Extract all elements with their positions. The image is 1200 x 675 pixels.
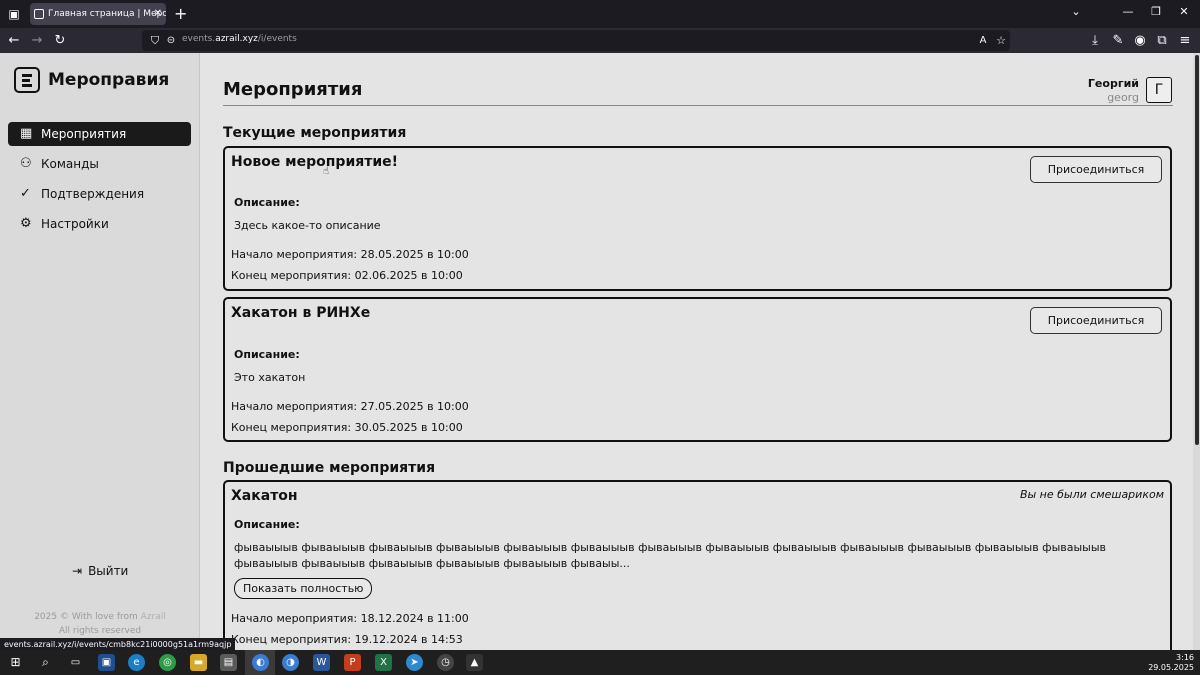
app-icon[interactable]: ▣ — [98, 654, 115, 671]
page-title: Мероприятия — [223, 79, 363, 100]
description-label: Описание: — [234, 196, 300, 209]
telegram-icon[interactable]: ➤ — [406, 654, 423, 671]
event-description: Это хакатон — [234, 371, 306, 384]
scrollbar-thumb[interactable] — [1195, 55, 1199, 445]
event-name: Новое мероприятие! — [231, 154, 399, 170]
logout-label: Выйти — [88, 564, 129, 578]
browser-tab[interactable]: Главная страница | Меропра ✕ — [30, 3, 166, 25]
event-card[interactable]: Хакатон в РИНХе Присоединиться Описание:… — [223, 297, 1172, 442]
page-favicon-icon — [34, 9, 44, 19]
reload-icon[interactable]: ↻ — [51, 32, 69, 49]
minimize-icon[interactable]: — — [1118, 5, 1138, 18]
event-name: Хакатон — [231, 488, 298, 504]
sidebar-item-label: Настройки — [41, 217, 109, 231]
sidebar-item-confirmations[interactable]: ✓ Подтверждения — [8, 182, 191, 206]
edge-browser-icon[interactable]: e — [128, 654, 145, 671]
search-icon[interactable]: ⌕ — [37, 654, 54, 671]
powerpoint-icon[interactable]: P — [344, 654, 361, 671]
calendar-icon: ▦ — [20, 126, 33, 141]
browser-tab-bar: ▣ Главная страница | Меропра ✕ + ⌄ — ❐ ✕ — [0, 0, 1200, 28]
windows-taskbar: ⊞ ⌕ ▭ ▣ e ◎ ▬ ▤ ◐ ◑ W P X ➤ ◷ ▲ 3:16 29.… — [0, 650, 1200, 675]
firefox-dev-icon[interactable]: ◑ — [282, 654, 299, 671]
past-event-card[interactable]: Хакатон Вы не были смешариком Описание: … — [223, 480, 1172, 650]
excel-icon[interactable]: X — [375, 654, 392, 671]
forward-icon[interactable]: → — [28, 32, 46, 49]
chevron-down-icon[interactable]: ⌄ — [1066, 5, 1086, 18]
chrome-browser-icon[interactable]: ◎ — [159, 654, 176, 671]
close-window-icon[interactable]: ✕ — [1174, 5, 1194, 18]
system-clock[interactable]: 3:16 29.05.2025 — [1148, 653, 1194, 673]
sidebar-item-settings[interactable]: ⚙ Настройки — [8, 212, 191, 236]
event-name: Хакатон в РИНХе — [231, 305, 371, 321]
join-button[interactable]: Присоединиться — [1030, 307, 1162, 334]
logo-icon — [14, 67, 40, 93]
event-start: Начало мероприятия: 18.12.2024 в 11:00 — [231, 612, 469, 625]
avatar[interactable]: Г — [1146, 77, 1172, 103]
bookmark-star-icon[interactable]: ☆ — [992, 32, 1010, 49]
task-view-icon[interactable]: ▭ — [67, 654, 84, 671]
user-name: Георгий — [1087, 77, 1139, 90]
restore-icon[interactable]: ❐ — [1146, 5, 1166, 18]
extensions-icon[interactable]: ⧉ — [1153, 32, 1171, 49]
join-button[interactable]: Присоединиться — [1030, 156, 1162, 183]
app-viewport: Мероправия ▦ Мероприятия ⚇ Команды ✓ Под… — [0, 53, 1193, 650]
footer-rights: All rights reserved — [58, 626, 142, 636]
media-app-icon[interactable]: ▲ — [466, 654, 483, 671]
event-description: Здесь какое-то описание — [234, 219, 381, 232]
windows-start-icon[interactable]: ⊞ — [7, 654, 24, 671]
clock-date: 29.05.2025 — [1148, 663, 1194, 672]
event-start: Начало мероприятия: 28.05.2025 в 10:00 — [231, 248, 469, 261]
file-explorer-icon[interactable]: ▬ — [190, 654, 207, 671]
account-icon[interactable]: ◉ — [1131, 32, 1149, 49]
event-card[interactable]: Новое мероприятие! Присоединиться Описан… — [223, 146, 1172, 291]
footer-link[interactable]: Azrail — [141, 612, 166, 622]
tools-icon[interactable]: ✎ — [1109, 32, 1127, 49]
event-end: Конец мероприятия: 02.06.2025 в 10:00 — [231, 269, 463, 282]
logout-button[interactable]: ⇥ Выйти — [72, 564, 128, 578]
new-tab-icon[interactable]: + — [174, 4, 187, 24]
sidebar-item-label: Команды — [41, 157, 99, 171]
event-end: Конец мероприятия: 19.12.2024 в 14:53 — [231, 633, 463, 646]
tab-title: Главная страница | Меропра — [48, 9, 166, 19]
show-more-button[interactable]: Показать полностью — [234, 578, 373, 599]
translate-icon[interactable]: A — [974, 32, 992, 49]
participation-status: Вы не были смешариком — [1019, 488, 1164, 501]
footer-copyright: 2025 © With love from Azrail — [34, 612, 166, 622]
hand-cursor-icon: ☝ — [323, 166, 330, 177]
current-events-heading: Текущие мероприятия — [223, 125, 407, 141]
past-events-heading: Прошедшие мероприятия — [223, 460, 436, 476]
users-icon: ⚇ — [20, 156, 32, 171]
address-bar[interactable]: ⛉ ⊝ events.azrail.xyz/i/events A ☆ — [142, 30, 1010, 51]
close-tab-icon[interactable]: ✕ — [154, 3, 162, 25]
brand-name: Мероправия — [48, 70, 170, 90]
description-label: Описание: — [234, 518, 300, 531]
url-text[interactable]: events.azrail.xyz/i/events — [182, 34, 297, 44]
store-icon[interactable]: ▤ — [220, 654, 237, 671]
downloads-icon[interactable]: ⤓ — [1086, 32, 1104, 49]
browser-nav-bar: ← → ↻ ⛉ ⊝ events.azrail.xyz/i/events A ☆… — [0, 28, 1200, 53]
lock-icon[interactable]: ⊝ — [162, 32, 180, 49]
event-description: фываыыыв фываыыыв фываыыыв фываыыыв фыва… — [234, 541, 1107, 570]
page-scrollbar[interactable] — [1193, 53, 1200, 650]
event-end: Конец мероприятия: 30.05.2025 в 10:00 — [231, 421, 463, 434]
sidebar-item-label: Мероприятия — [41, 127, 127, 141]
word-icon[interactable]: W — [313, 654, 330, 671]
menu-icon[interactable]: ≡ — [1176, 32, 1194, 49]
firefox-browser-icon[interactable]: ◐ — [252, 654, 269, 671]
gear-icon: ⚙ — [20, 216, 32, 231]
user-login: georg — [1107, 91, 1139, 104]
tab-list-icon[interactable]: ▣ — [6, 6, 22, 22]
clock-app-icon[interactable]: ◷ — [437, 654, 454, 671]
header-divider — [223, 105, 1173, 106]
sidebar-item-events[interactable]: ▦ Мероприятия — [8, 122, 191, 146]
clock-time: 3:16 — [1176, 653, 1194, 662]
check-circle-icon: ✓ — [20, 186, 31, 201]
logout-icon: ⇥ — [72, 564, 83, 578]
back-icon[interactable]: ← — [5, 32, 23, 49]
sidebar-item-label: Подтверждения — [41, 187, 145, 201]
sidebar-item-teams[interactable]: ⚇ Команды — [8, 152, 191, 176]
event-start: Начало мероприятия: 27.05.2025 в 10:00 — [231, 400, 469, 413]
sidebar: Мероправия ▦ Мероприятия ⚇ Команды ✓ Под… — [0, 53, 200, 650]
description-label: Описание: — [234, 348, 300, 361]
